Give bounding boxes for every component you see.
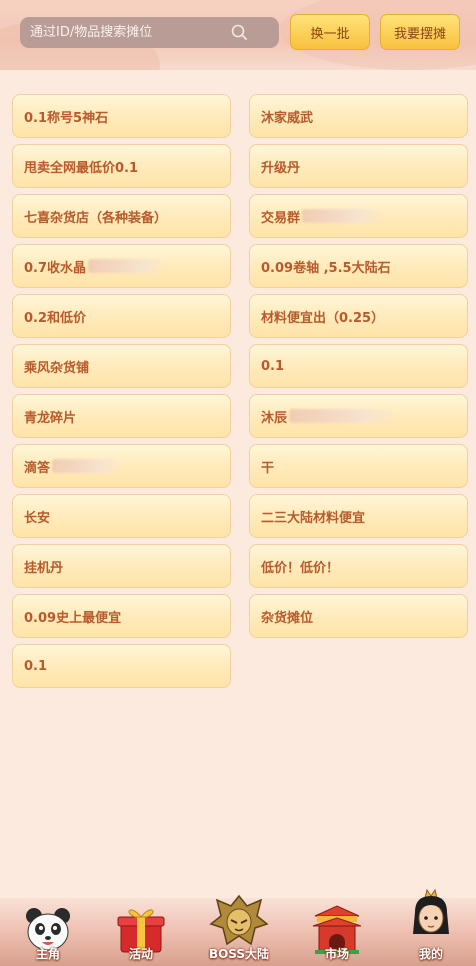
stall-name: 沐辰	[261, 410, 288, 426]
stall-name: 甩卖全网最低价0.1	[24, 160, 139, 176]
stall-card[interactable]: 滴答	[12, 444, 231, 488]
stall-card[interactable]: 升级丹	[249, 144, 468, 188]
stall-name: 二三大陆材料便宜	[261, 510, 366, 526]
bottom-tab-bar: 主角 活动 BOSS大陆 市场 我的	[0, 888, 476, 966]
tab-label: 我的	[418, 947, 443, 961]
stall-name: 沐家威武	[261, 110, 314, 126]
stall-card[interactable]: 干	[249, 444, 468, 488]
stall-name: 0.09史上最便宜	[24, 610, 122, 626]
stall-card[interactable]: 长安	[12, 494, 231, 538]
tab-market[interactable]: 市场	[292, 898, 382, 966]
stall-name: 低价！低价！	[261, 560, 340, 576]
stall-name: 材料便宜出（0.25）	[261, 310, 385, 326]
stall-name: 滴答	[24, 460, 51, 476]
stall-card[interactable]: 沐家威武	[249, 94, 468, 138]
tab-mine[interactable]: 我的	[386, 888, 476, 966]
stall-card[interactable]: 青龙碎片	[12, 394, 231, 438]
stall-card[interactable]: 沐辰	[249, 394, 468, 438]
stall-name: 挂机丹	[24, 560, 64, 576]
refresh-button[interactable]: 换一批	[290, 14, 370, 50]
stall-name: 0.7收水晶	[24, 260, 87, 276]
set-up-stall-button[interactable]: 我要摆摊	[380, 14, 460, 50]
tab-hero[interactable]: 主角	[3, 898, 93, 966]
stall-card[interactable]: 0.7收水晶	[12, 244, 231, 288]
top-header: 换一批 我要摆摊	[0, 0, 476, 70]
redacted-text-blur	[52, 459, 123, 473]
stall-name: 干	[261, 460, 275, 476]
stall-name: 七喜杂货店（各种装备）	[24, 210, 168, 226]
boss-helmet-icon	[209, 894, 269, 946]
stall-card[interactable]: 二三大陆材料便宜	[249, 494, 468, 538]
stall-name: 青龙碎片	[24, 410, 77, 426]
search-box[interactable]	[20, 17, 279, 48]
stall-card[interactable]: 挂机丹	[12, 544, 231, 588]
stall-card[interactable]: 0.09卷轴 ,5.5大陆石	[249, 244, 468, 288]
tab-boss-continent[interactable]: BOSS大陆	[194, 894, 284, 966]
stall-name: 0.1称号5神石	[24, 110, 109, 126]
stall-name: 乘风杂货铺	[24, 360, 90, 376]
stall-name: 0.2和低价	[24, 310, 87, 326]
stall-card[interactable]: 0.2和低价	[12, 294, 231, 338]
stall-card[interactable]: 材料便宜出（0.25）	[249, 294, 468, 338]
redacted-text-blur	[88, 259, 167, 273]
redacted-text-blur	[302, 209, 385, 223]
stall-name: 升级丹	[261, 160, 301, 176]
tab-label: BOSS大陆	[208, 947, 270, 961]
stall-card[interactable]: 低价！低价！	[249, 544, 468, 588]
stall-card[interactable]: 0.1	[249, 344, 468, 388]
stall-name: 交易群	[261, 210, 301, 226]
stall-card[interactable]: 交易群	[249, 194, 468, 238]
redacted-text-blur	[289, 409, 400, 423]
stall-name: 杂货摊位	[261, 610, 314, 626]
stall-name: 0.1	[261, 358, 285, 374]
stall-card[interactable]: 杂货摊位	[249, 594, 468, 638]
stall-card[interactable]: 乘风杂货铺	[12, 344, 231, 388]
stall-card[interactable]: 0.1称号5神石	[12, 94, 231, 138]
stall-card[interactable]: 0.09史上最便宜	[12, 594, 231, 638]
stall-name: 长安	[24, 510, 51, 526]
stall-card[interactable]: 七喜杂货店（各种装备）	[12, 194, 231, 238]
stall-name: 0.1	[24, 658, 48, 674]
tab-events[interactable]: 活动	[96, 898, 186, 966]
search-input[interactable]	[30, 17, 230, 48]
search-icon[interactable]	[231, 24, 247, 40]
tab-label: 市场	[324, 947, 349, 961]
stall-card[interactable]: 0.1	[12, 644, 231, 688]
stall-name: 0.09卷轴 ,5.5大陆石	[261, 260, 391, 276]
tab-label: 活动	[128, 947, 153, 961]
stall-card[interactable]: 甩卖全网最低价0.1	[12, 144, 231, 188]
tab-label: 主角	[35, 947, 60, 961]
